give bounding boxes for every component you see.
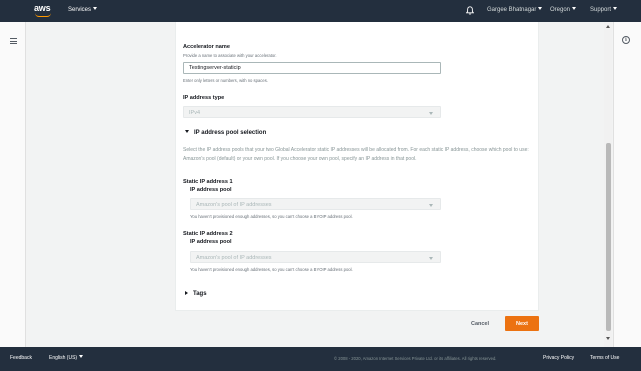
static-ip-2-heading: Static IP address 2 <box>183 231 233 237</box>
bell-icon[interactable] <box>466 6 474 15</box>
chevron-down-icon <box>79 355 84 358</box>
ip-pool-selection-title: IP address pool selection <box>194 130 267 136</box>
accelerator-name-input[interactable] <box>183 62 441 74</box>
chevron-down-icon <box>613 7 618 10</box>
support-menu-label: Support <box>590 7 612 13</box>
services-menu[interactable]: Services <box>68 7 98 13</box>
feedback-link[interactable]: Feedback <box>10 355 32 361</box>
scroll-up-arrow-icon[interactable] <box>606 25 610 28</box>
accelerator-name-description: Provide a name to associate with your ac… <box>183 53 277 58</box>
hamburger-menu-icon[interactable] <box>10 38 17 44</box>
chevron-down-icon <box>429 204 433 207</box>
tags-section[interactable]: Tags <box>185 291 207 297</box>
static-ip-2-hint: You haven't provisioned enough addresses… <box>190 267 353 272</box>
right-sidebar: i <box>613 22 641 347</box>
static-ip-1-heading: Static IP address 1 <box>183 179 233 185</box>
static-ip-1-hint: You haven't provisioned enough addresses… <box>190 214 353 219</box>
chevron-down-icon <box>429 257 433 260</box>
language-selector[interactable]: English (US) <box>49 355 84 361</box>
copyright-text: © 2008 - 2020, Amazon Internet Services … <box>334 356 497 361</box>
chevron-down-icon <box>93 7 98 10</box>
terms-of-use-link[interactable]: Terms of Use <box>590 355 619 361</box>
top-navigation-bar: aws Services Gargee Bhatnagar Oregon Sup… <box>0 0 641 22</box>
chevron-down-icon <box>538 7 543 10</box>
tags-title: Tags <box>193 291 207 297</box>
aws-logo-text: aws <box>34 3 51 13</box>
left-sidebar <box>0 22 26 347</box>
privacy-policy-link[interactable]: Privacy Policy <box>543 355 574 361</box>
user-menu-label: Gargee Bhatnagar <box>487 7 537 13</box>
region-menu[interactable]: Oregon <box>550 7 577 13</box>
static-ip-1-pool-select: Amazon's pool of IP addresses <box>190 198 441 210</box>
static-ip-2-pool-label: IP address pool <box>190 239 232 245</box>
scrollbar-thumb[interactable] <box>606 143 611 331</box>
services-menu-label: Services <box>68 7 92 13</box>
cancel-button[interactable]: Cancel <box>466 317 494 331</box>
static-ip-1-pool-label: IP address pool <box>190 187 232 193</box>
caret-right-icon <box>185 291 188 295</box>
region-menu-label: Oregon <box>550 7 571 13</box>
language-label: English (US) <box>49 355 78 361</box>
aws-logo[interactable]: aws <box>34 3 56 19</box>
ip-address-type-value: IPv4 <box>189 110 201 116</box>
next-button[interactable]: Next <box>505 316 539 331</box>
static-ip-2-pool-select: Amazon's pool of IP addresses <box>190 251 441 263</box>
static-ip-2-pool-value: Amazon's pool of IP addresses <box>196 255 272 261</box>
support-menu[interactable]: Support <box>590 7 618 13</box>
info-icon[interactable]: i <box>622 36 630 44</box>
chevron-down-icon <box>572 7 577 10</box>
static-ip-1-pool-value: Amazon's pool of IP addresses <box>196 202 272 208</box>
accelerator-name-hint: Enter only letters or numbers, with no s… <box>183 78 268 83</box>
chevron-down-icon <box>429 112 433 115</box>
ip-address-type-label: IP address type <box>183 95 225 101</box>
aws-logo-smile-icon <box>35 13 51 17</box>
scroll-down-arrow-icon[interactable] <box>606 337 610 340</box>
ip-pool-selection-description: Select the IP address pools that your tw… <box>183 147 529 162</box>
footer-bar: Feedback English (US) © 2008 - 2020, Ama… <box>0 347 641 371</box>
user-menu[interactable]: Gargee Bhatnagar <box>487 7 543 13</box>
caret-down-icon <box>185 130 189 133</box>
ip-address-type-select: IPv4 <box>183 106 441 118</box>
ip-pool-selection-section[interactable]: IP address pool selection <box>185 130 266 136</box>
accelerator-name-label: Accelerator name <box>183 44 230 50</box>
